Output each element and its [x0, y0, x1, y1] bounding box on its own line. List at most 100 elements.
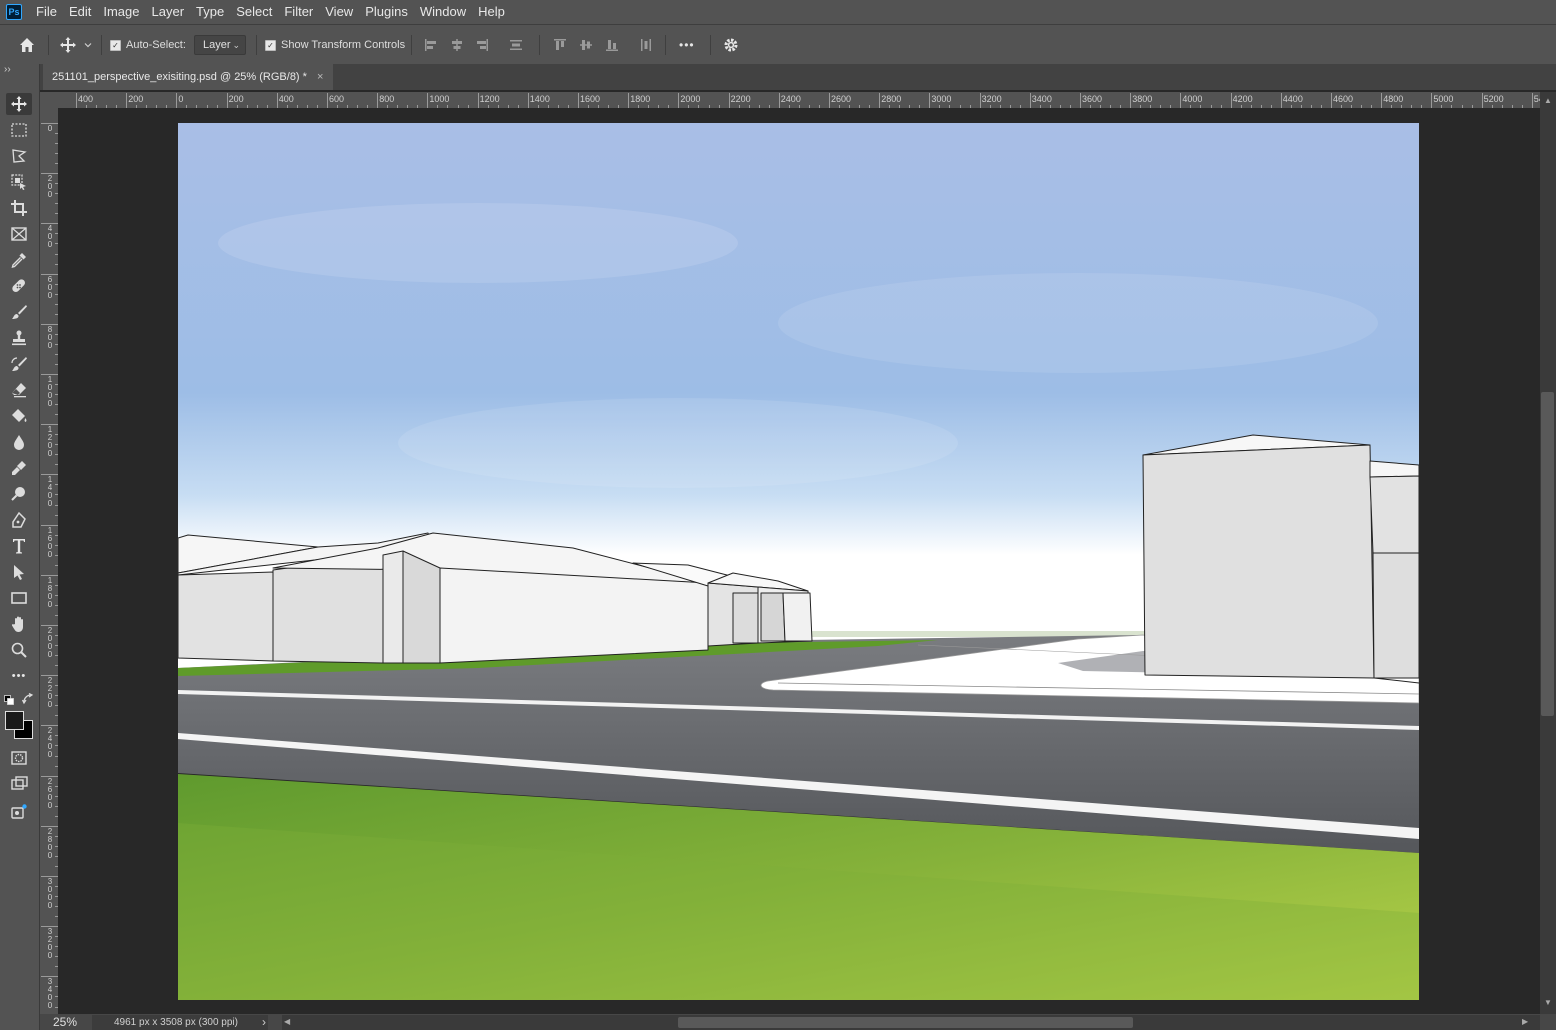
auto-select-checkbox[interactable]: ✓ Auto-Select:: [110, 25, 186, 65]
ruler-label: 200: [47, 174, 53, 200]
scroll-right-icon[interactable]: ▶: [1522, 1017, 1528, 1026]
menu-window[interactable]: Window: [414, 0, 472, 24]
align-left-edges-button[interactable]: [424, 25, 438, 65]
vertical-scroll-thumb[interactable]: [1541, 392, 1554, 716]
history-brush-tool[interactable]: [6, 353, 32, 375]
ruler-label: 3200: [47, 927, 53, 961]
move-icon: [60, 37, 76, 53]
scroll-down-icon[interactable]: ▼: [1544, 998, 1552, 1007]
menu-select[interactable]: Select: [230, 0, 278, 24]
menu-view[interactable]: View: [319, 0, 359, 24]
eraser-icon: [12, 383, 26, 398]
distribute-horizontal-icon: [641, 39, 651, 51]
eraser-tool[interactable]: [6, 379, 32, 401]
default-colors-button[interactable]: [4, 694, 14, 708]
ruler-tick: [1381, 93, 1383, 108]
scroll-up-icon[interactable]: ▲: [1544, 96, 1552, 105]
rectangular-marquee-tool[interactable]: [6, 119, 32, 141]
menu-bar: Ps File Edit Image Layer Type Select Fil…: [0, 0, 1556, 24]
more-options-button[interactable]: •••: [679, 25, 695, 65]
panel-expand-icon[interactable]: ››: [4, 64, 11, 75]
scroll-left-icon[interactable]: ◀: [284, 1017, 290, 1026]
move-tool-preset-button[interactable]: [59, 25, 93, 65]
paint-bucket-tool[interactable]: [6, 405, 32, 427]
settings-button[interactable]: [722, 25, 740, 65]
home-button[interactable]: [17, 25, 37, 65]
dodge-tool-alt[interactable]: [6, 457, 32, 479]
menu-plugins[interactable]: Plugins: [359, 0, 414, 24]
distribute-vertical-button[interactable]: [509, 25, 523, 65]
distribute-horizontal-button[interactable]: [639, 25, 653, 65]
horizontal-ruler[interactable]: 400 200 0 200 400 600 800 1000 1200 1400 1600 1800 2…: [58, 92, 1540, 109]
generative-fill-button[interactable]: [6, 801, 32, 823]
type-tool[interactable]: [6, 535, 32, 557]
document-info[interactable]: 4961 px x 3508 px (300 ppi): [92, 1015, 268, 1030]
align-right-edges-button[interactable]: [475, 25, 489, 65]
align-bottom-edges-button[interactable]: [605, 25, 619, 65]
align-vertical-centers-button[interactable]: [579, 25, 593, 65]
show-transform-controls-checkbox[interactable]: ✓ Show Transform Controls: [265, 25, 405, 65]
align-right-icon: [477, 39, 488, 51]
healing-brush-icon: [12, 279, 25, 292]
rectangle-icon: [11, 592, 27, 604]
ruler-label: 5000: [1433, 94, 1454, 104]
dodge-tool[interactable]: [6, 483, 32, 505]
spot-healing-brush-tool[interactable]: [6, 275, 32, 297]
pen-tool[interactable]: [6, 509, 32, 531]
ruler-tick: [1531, 93, 1533, 108]
swap-colors-button[interactable]: [21, 692, 34, 708]
hand-tool[interactable]: [6, 613, 32, 635]
clone-stamp-tool[interactable]: [6, 327, 32, 349]
object-selection-tool[interactable]: [6, 171, 32, 193]
brush-tool[interactable]: [6, 301, 32, 323]
history-brush-icon: [11, 357, 27, 371]
frame-tool[interactable]: [6, 223, 32, 245]
ruler-tick: [578, 93, 579, 108]
ruler-label: 2800: [881, 94, 902, 104]
menu-image[interactable]: Image: [97, 0, 145, 24]
vertical-ruler[interactable]: 0 200 400 600 800 1000 1200 1400 1600 1800 2000 220…: [40, 108, 59, 1014]
chevron-right-icon[interactable]: ›: [262, 1015, 266, 1030]
foreground-color-swatch[interactable]: [5, 711, 24, 730]
edit-toolbar-button[interactable]: •••: [6, 665, 32, 687]
horizontal-scroll-thumb[interactable]: [678, 1017, 1133, 1028]
ruler-label: 2600: [831, 94, 852, 104]
document-canvas[interactable]: [178, 123, 1419, 1000]
ruler-label: 800: [47, 324, 53, 350]
quick-mask-button[interactable]: [6, 747, 32, 769]
screen-mode-button[interactable]: [6, 773, 32, 795]
crop-icon: [11, 200, 27, 216]
ruler-label: 2600: [47, 776, 53, 810]
ruler-label: 3000: [931, 94, 952, 104]
zoom-level-field[interactable]: 25%: [44, 1015, 97, 1030]
align-horizontal-centers-button[interactable]: [450, 25, 464, 65]
pen-icon: [12, 511, 26, 528]
photoshop-logo[interactable]: Ps: [6, 4, 22, 20]
frame-icon: [11, 227, 27, 241]
menu-type[interactable]: Type: [190, 0, 230, 24]
menu-layer[interactable]: Layer: [146, 0, 191, 24]
ruler-label: 4800: [1383, 94, 1404, 104]
crop-tool[interactable]: [6, 197, 32, 219]
ruler-label: 3400: [47, 977, 53, 1011]
align-top-icon: [554, 39, 566, 50]
menu-help[interactable]: Help: [472, 0, 511, 24]
blur-tool[interactable]: [6, 431, 32, 453]
menu-file[interactable]: File: [30, 0, 63, 24]
zoom-tool[interactable]: [6, 639, 32, 661]
document-tab[interactable]: 251101_perspective_exisiting.psd @ 25% (…: [43, 64, 334, 90]
move-tool[interactable]: [6, 93, 32, 115]
rectangle-tool[interactable]: [6, 587, 32, 609]
zoom-icon: [11, 642, 27, 658]
align-top-edges-button[interactable]: [553, 25, 567, 65]
ruler-label: 1000: [429, 94, 450, 104]
close-icon[interactable]: ×: [317, 71, 323, 83]
menu-edit[interactable]: Edit: [63, 0, 97, 24]
ruler-origin[interactable]: [40, 92, 58, 108]
home-icon: [20, 38, 34, 52]
path-selection-tool[interactable]: [6, 561, 32, 583]
eyedropper-tool[interactable]: [6, 249, 32, 271]
menu-filter[interactable]: Filter: [278, 0, 319, 24]
lasso-tool[interactable]: [6, 145, 32, 167]
auto-select-target-dropdown[interactable]: Layer ⌄: [194, 35, 246, 55]
